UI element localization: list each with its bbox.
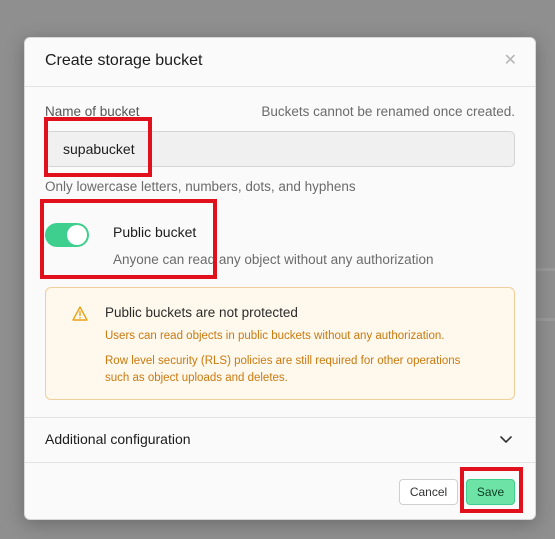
warning-text-1: Users can read objects in public buckets…	[105, 330, 445, 342]
close-icon[interactable]: ✕	[504, 52, 517, 70]
dialog-header: Create storage bucket ✕	[25, 38, 535, 87]
additional-configuration-toggle[interactable]: Additional configuration	[25, 418, 535, 462]
public-bucket-label: Public bucket	[113, 224, 197, 240]
create-bucket-dialog: Create storage bucket ✕ Name of bucket B…	[24, 37, 536, 520]
additional-configuration-label: Additional configuration	[45, 431, 191, 447]
warning-text-2: Row level security (RLS) policies are st…	[105, 355, 461, 384]
toggle-knob	[67, 225, 87, 245]
public-bucket-description: Anyone can read any object without any a…	[113, 252, 434, 267]
bucket-name-hint: Buckets cannot be renamed once created.	[261, 104, 515, 119]
save-button[interactable]: Save	[466, 479, 515, 505]
warning-triangle-icon	[72, 306, 88, 321]
warning-title: Public buckets are not protected	[105, 305, 298, 320]
dialog-title: Create storage bucket	[45, 52, 203, 69]
public-bucket-toggle[interactable]	[45, 223, 89, 247]
chevron-down-icon	[500, 436, 512, 443]
cancel-button[interactable]: Cancel	[399, 479, 458, 505]
bucket-name-label: Name of bucket	[45, 104, 140, 119]
bucket-name-input[interactable]	[45, 131, 515, 167]
divider	[25, 462, 535, 463]
public-bucket-warning: Public buckets are not protected Users c…	[45, 287, 515, 400]
bucket-name-description: Only lowercase letters, numbers, dots, a…	[45, 179, 356, 194]
